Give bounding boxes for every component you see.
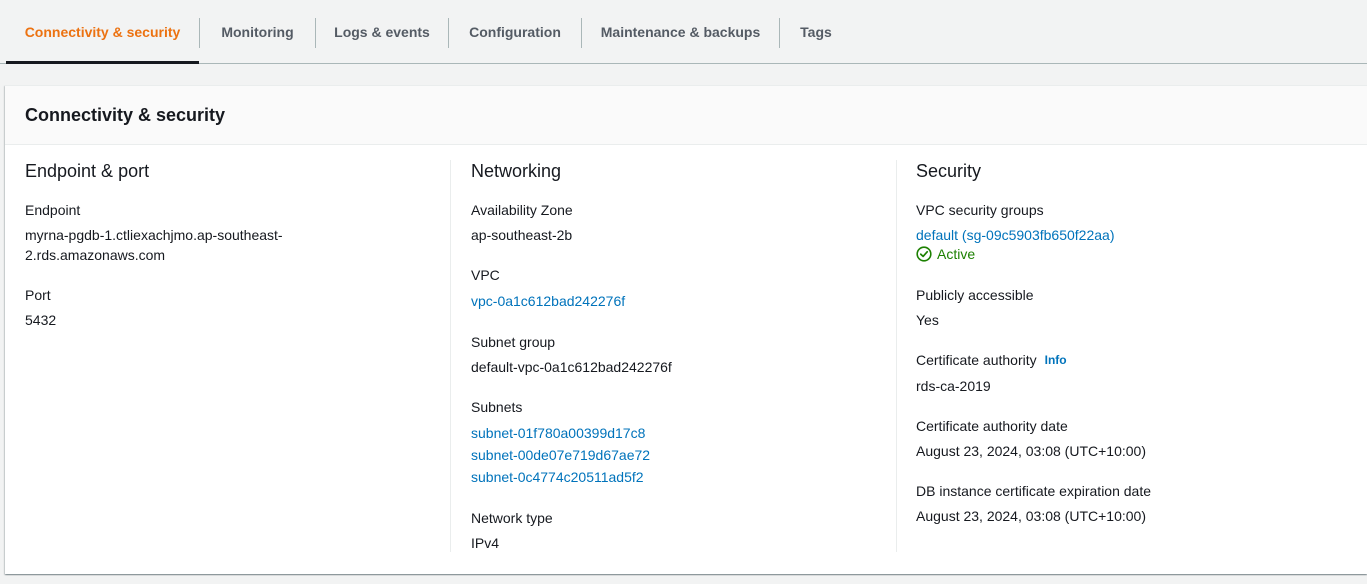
security-heading: Security	[916, 161, 982, 181]
security-column: Security VPC security groups default (sg…	[916, 145, 1356, 550]
tab-bar: Connectivity & security Monitoring Logs …	[0, 0, 1367, 64]
subnet-link[interactable]: subnet-01f780a00399d17c8	[471, 423, 645, 443]
column-divider	[450, 160, 451, 552]
tab-monitoring[interactable]: Monitoring	[200, 0, 315, 63]
db-certificate-expiration-label: DB instance certificate expiration date	[916, 483, 1152, 499]
certificate-authority-label-row: Certificate authority Info	[916, 352, 1067, 368]
subnets-label: Subnets	[471, 399, 523, 415]
endpoint-value-line1: myrna-pgdb-1.ctliexachjmo.ap-southeast-	[25, 227, 283, 243]
subnet-group-label: Subnet group	[471, 334, 556, 350]
network-type-label: Network type	[471, 510, 553, 526]
tab-tags[interactable]: Tags	[780, 0, 852, 63]
check-circle-icon	[916, 246, 932, 262]
security-group-link[interactable]: default (sg-09c5903fb650f22aa)	[916, 225, 1114, 245]
column-divider	[896, 160, 897, 552]
certificate-authority-date-label: Certificate authority date	[916, 418, 1068, 434]
panel-title: Connectivity & security	[25, 105, 226, 125]
tab-connectivity-security[interactable]: Connectivity & security	[6, 0, 199, 64]
endpoint-label: Endpoint	[25, 202, 81, 218]
certificate-authority-date-value: August 23, 2024, 03:08 (UTC+10:00)	[916, 443, 1146, 459]
port-value: 5432	[25, 312, 57, 328]
tab-logs-events[interactable]: Logs & events	[316, 0, 448, 63]
availability-zone-value: ap-southeast-2b	[471, 227, 573, 243]
endpoint-port-heading: Endpoint & port	[25, 161, 150, 181]
info-link[interactable]: Info	[1045, 353, 1067, 367]
certificate-authority-value: rds-ca-2019	[916, 378, 991, 394]
publicly-accessible-value: Yes	[916, 312, 939, 328]
networking-heading: Networking	[471, 161, 562, 181]
security-group-status: Active	[916, 246, 975, 262]
tab-configuration[interactable]: Configuration	[449, 0, 581, 63]
networking-column: Networking Availability Zone ap-southeas…	[471, 145, 891, 551]
port-label: Port	[25, 287, 51, 303]
vpc-label: VPC	[471, 267, 500, 283]
tab-maintenance-backups[interactable]: Maintenance & backups	[582, 0, 779, 63]
endpoint-port-column: Endpoint & port Endpoint myrna-pgdb-1.ct…	[25, 145, 445, 550]
endpoint-value[interactable]: myrna-pgdb-1.ctliexachjmo.ap-southeast- …	[25, 225, 283, 265]
status-text: Active	[937, 246, 976, 262]
db-certificate-expiration-value: August 23, 2024, 03:08 (UTC+10:00)	[916, 508, 1146, 524]
subnet-group-value: default-vpc-0a1c612bad242276f	[471, 359, 672, 375]
connectivity-security-panel: Connectivity & security Endpoint & port …	[5, 85, 1367, 574]
availability-zone-label: Availability Zone	[471, 202, 573, 218]
subnet-link[interactable]: subnet-0c4774c20511ad5f2	[471, 467, 644, 487]
publicly-accessible-label: Publicly accessible	[916, 287, 1034, 303]
certificate-authority-label: Certificate authority	[916, 352, 1037, 368]
vpc-security-groups-label: VPC security groups	[916, 202, 1044, 218]
network-type-value: IPv4	[471, 535, 500, 551]
subnet-link[interactable]: subnet-00de07e719d67ae72	[471, 445, 650, 465]
endpoint-value-line2: 2.rds.amazonaws.com	[25, 247, 166, 263]
vpc-link[interactable]: vpc-0a1c612bad242276f	[471, 291, 625, 311]
panel-header: Connectivity & security	[5, 86, 1367, 145]
